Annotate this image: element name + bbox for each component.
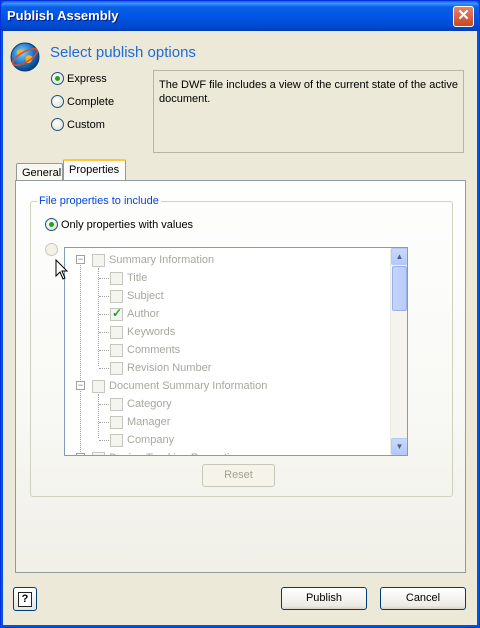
tree-group-row[interactable]: − Document Summary Information	[76, 377, 268, 395]
tree-expander-icon[interactable]: −	[76, 453, 85, 455]
radio-only-with-values[interactable]: Only properties with values	[45, 218, 193, 231]
radio-complete-label[interactable]: Complete	[67, 96, 114, 108]
publish-button[interactable]: Publish	[281, 587, 367, 610]
reset-button[interactable]: Reset	[202, 464, 275, 487]
tree-item-label: Author	[127, 308, 160, 320]
cancel-button[interactable]: Cancel	[380, 587, 466, 610]
tree-checkbox[interactable]	[110, 415, 123, 429]
scroll-up-button[interactable]: ▲	[391, 248, 407, 265]
tree-item-label: Design Tracking Properties	[109, 452, 241, 455]
tree-expander-icon[interactable]: −	[76, 381, 85, 390]
tree-line	[98, 268, 99, 366]
tab-properties[interactable]: Properties	[63, 159, 126, 182]
tree-group-row[interactable]: − Summary Information	[76, 251, 215, 269]
tree-line	[99, 296, 109, 297]
radio-complete-button[interactable]	[51, 95, 64, 108]
tree-item-label: Title	[127, 272, 148, 284]
tree-line	[99, 440, 109, 441]
tree-item-row[interactable]: Category	[99, 395, 172, 413]
tree-item-row[interactable]: Keywords	[99, 323, 176, 341]
tree-item-label: Company	[127, 434, 175, 446]
tree-checkbox[interactable]	[92, 379, 105, 393]
tree-checkbox[interactable]	[110, 433, 123, 447]
help-button[interactable]: ?	[13, 587, 37, 611]
tree-item-label: Summary Information	[109, 254, 215, 266]
radio-custom-label[interactable]: Custom	[67, 119, 105, 131]
tree-checkbox[interactable]	[110, 325, 123, 339]
page-title: Select publish options	[50, 44, 196, 61]
tree-item-label: Revision Number	[127, 362, 212, 374]
publish-assembly-dialog: Publish Assembly ✕ Select publish option…	[0, 0, 480, 628]
tree-line	[99, 278, 109, 279]
properties-tree[interactable]: − Summary Information Title Subject Author Ke…	[64, 247, 408, 456]
tree-item-row[interactable]: Author	[99, 305, 160, 323]
group-label: File properties to include	[37, 195, 161, 207]
tree-checkbox[interactable]	[110, 361, 123, 375]
help-icon: ?	[18, 591, 32, 607]
tree-line	[98, 394, 99, 438]
radio-only-with-values-button[interactable]	[45, 218, 58, 231]
radio-express-label[interactable]: Express	[67, 73, 107, 85]
tree-item-label: Category	[127, 398, 172, 410]
tree-line	[99, 368, 109, 369]
radio-only-with-values-label[interactable]: Only properties with values	[61, 219, 193, 231]
radio-express-button[interactable]	[51, 72, 64, 85]
radio-custom-button[interactable]	[51, 118, 64, 131]
tree-line	[99, 422, 109, 423]
tree-item-row[interactable]: Company	[99, 431, 175, 449]
radio-selected-properties-button[interactable]	[45, 243, 58, 256]
radio-selected-properties[interactable]	[45, 243, 58, 256]
tree-checkbox[interactable]	[92, 253, 105, 267]
tree-checkbox[interactable]	[110, 271, 123, 285]
tree-item-label: Subject	[127, 290, 164, 302]
properties-panel: File properties to include Only properti…	[15, 180, 466, 573]
tree-expander-icon[interactable]: −	[76, 255, 85, 264]
radio-express[interactable]: Express	[51, 72, 107, 85]
tree-item-row[interactable]: Manager	[99, 413, 171, 431]
description-text: The DWF file includes a view of the curr…	[159, 79, 458, 105]
description-box: The DWF file includes a view of the curr…	[153, 70, 464, 153]
scroll-down-button[interactable]: ▼	[391, 438, 407, 455]
tree-checkbox[interactable]	[92, 451, 105, 455]
title-bar[interactable]: Publish Assembly ✕	[1, 1, 479, 31]
tree-checkbox[interactable]	[110, 306, 123, 321]
file-properties-group: File properties to include Only properti…	[30, 195, 453, 497]
tree-checkbox[interactable]	[110, 397, 123, 411]
tree-item-row[interactable]: Revision Number	[99, 359, 212, 377]
close-button[interactable]: ✕	[453, 6, 474, 27]
tree-group-row[interactable]: − Design Tracking Properties	[76, 449, 241, 455]
tree-item-row[interactable]: Comments	[99, 341, 181, 359]
tree-line	[99, 350, 109, 351]
globe-icon	[10, 42, 40, 72]
tree-line	[99, 314, 109, 315]
tree-checkbox[interactable]	[110, 343, 123, 357]
tree-line	[99, 404, 109, 405]
mouse-cursor-icon	[55, 259, 69, 280]
tree-scrollbar[interactable]: ▲ ▼	[390, 248, 407, 455]
radio-custom[interactable]: Custom	[51, 118, 105, 131]
scroll-thumb[interactable]	[392, 266, 407, 311]
tree-line	[80, 260, 81, 455]
tree-item-label: Manager	[127, 416, 171, 428]
tree-line	[99, 332, 109, 333]
window-title: Publish Assembly	[7, 8, 119, 23]
radio-complete[interactable]: Complete	[51, 95, 114, 108]
tree-item-label: Keywords	[127, 326, 176, 338]
tree-item-row[interactable]: Subject	[99, 287, 164, 305]
tree-item-row[interactable]: Title	[99, 269, 148, 287]
tree-item-label: Document Summary Information	[109, 380, 268, 392]
tree-checkbox[interactable]	[110, 289, 123, 303]
tree-item-label: Comments	[127, 344, 181, 356]
